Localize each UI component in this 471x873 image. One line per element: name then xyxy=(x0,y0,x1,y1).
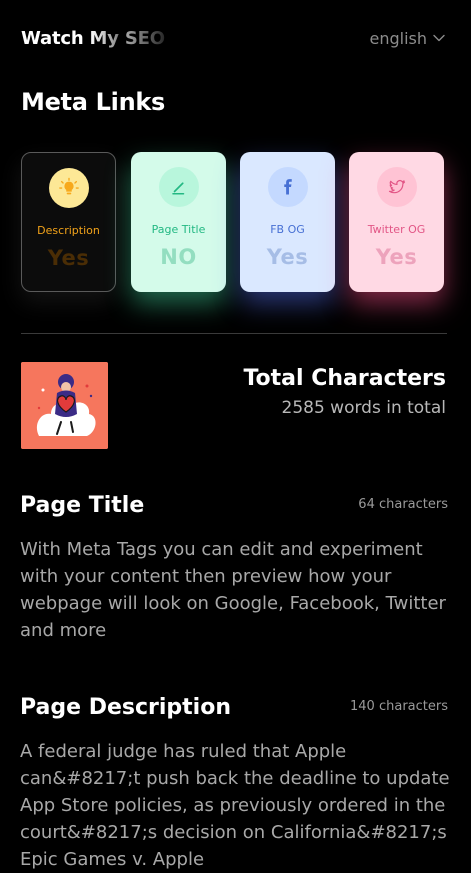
page-description-heading: Page Description xyxy=(20,695,231,720)
lightbulb-icon xyxy=(48,168,89,208)
meta-card-label: Page Title xyxy=(151,223,206,236)
meta-card-value: Yes xyxy=(375,245,418,269)
page-title-count: 64 characters xyxy=(358,497,448,512)
page-description-count: 140 characters xyxy=(350,699,448,714)
language-select[interactable]: english xyxy=(369,29,445,48)
meta-card-twitter-og[interactable]: Twitter OG Yes xyxy=(349,152,444,292)
app-header: Watch My SEO english xyxy=(21,24,445,52)
illustration-image xyxy=(21,362,108,449)
logo-text-fade: My xyxy=(89,27,125,49)
meta-card-value: NO xyxy=(160,245,197,269)
page-description-text: A federal judge has ruled that Apple can… xyxy=(20,741,450,870)
meta-links-cards: Description Yes Page Title NO FB OG Yes … xyxy=(21,152,447,292)
language-label: english xyxy=(369,28,427,48)
meta-card-label: Description xyxy=(37,224,100,237)
logo-text-seo: SEO xyxy=(124,27,165,49)
facebook-icon xyxy=(267,167,308,207)
meta-links-title: Meta Links xyxy=(21,88,166,116)
pen-icon xyxy=(158,167,199,207)
twitter-icon xyxy=(376,167,417,207)
logo-text-main: Watch xyxy=(21,27,90,49)
section-divider xyxy=(21,333,447,334)
meta-card-value: Yes xyxy=(47,246,90,270)
meta-card-description[interactable]: Description Yes xyxy=(21,152,116,292)
meta-card-label: FB OG xyxy=(270,223,305,236)
app-logo[interactable]: Watch My SEO xyxy=(21,28,165,49)
meta-card-value: Yes xyxy=(266,245,309,269)
page-title-text: With Meta Tags you can edit and experime… xyxy=(20,539,446,641)
page-title-heading: Page Title xyxy=(20,493,145,518)
total-words-count: 2585 words in total xyxy=(281,398,447,418)
meta-card-fb-og[interactable]: FB OG Yes xyxy=(240,152,335,292)
meta-card-page-title[interactable]: Page Title NO xyxy=(131,152,226,292)
total-characters-title: Total Characters xyxy=(243,366,446,391)
chevron-down-icon xyxy=(433,34,445,42)
meta-card-label: Twitter OG xyxy=(367,223,426,236)
